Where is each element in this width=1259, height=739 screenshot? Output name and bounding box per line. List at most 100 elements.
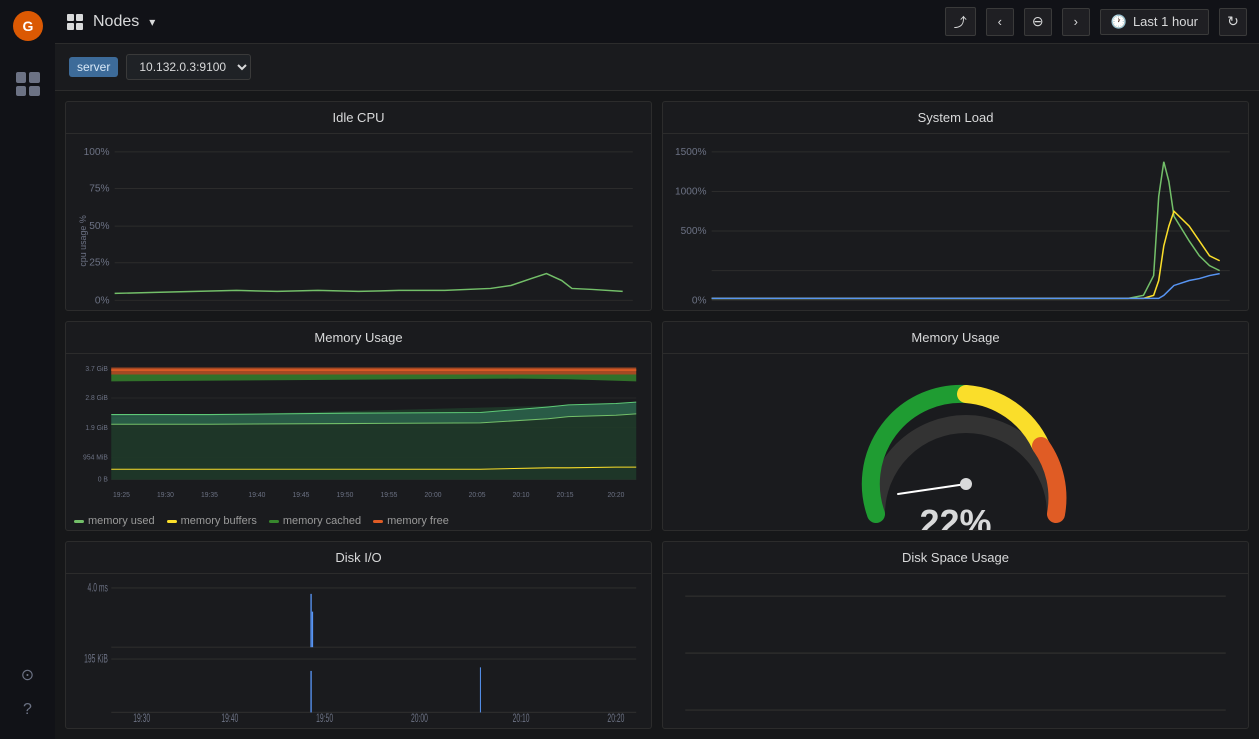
system-load-chart: 1500% 1000% 500% 0% 19:30 19:40 19:50 20… — [671, 142, 1240, 311]
disk-space-svg — [671, 582, 1240, 724]
svg-text:19:50: 19:50 — [336, 492, 353, 499]
memory-chart-svg: 3.7 GiB 2.8 GiB 1.9 GiB 954 MiB 0 B 19:2… — [74, 362, 643, 507]
legend-mem-free-label: memory free — [387, 515, 449, 527]
svg-text:20:20: 20:20 — [607, 712, 624, 724]
svg-text:50%: 50% — [89, 221, 109, 232]
memory-gauge-body: 22% — [663, 354, 1248, 531]
memory-chart-legend: memory used memory buffers memory cached… — [66, 511, 651, 531]
time-range-button[interactable]: 🕐 Last 1 hour — [1100, 9, 1209, 35]
zoom-out-icon: ⊖ — [1032, 13, 1044, 30]
gauge-value: 22% — [919, 502, 991, 531]
svg-text:19:30: 19:30 — [133, 712, 150, 724]
system-load-panel: System Load 1500% 1000% 500% 0% 19:30 — [662, 101, 1249, 311]
server-select[interactable]: 10.132.0.3:9100 — [126, 54, 251, 80]
grid-nav-icon[interactable] — [16, 72, 40, 96]
refresh-button[interactable]: ↻ — [1219, 8, 1247, 36]
memory-gauge-title: Memory Usage — [663, 322, 1248, 354]
dashboard: Idle CPU 100% 75% 50% 25% 0% 19:30 — [55, 91, 1259, 739]
legend-mem-used: memory used — [74, 515, 155, 527]
svg-text:0%: 0% — [692, 295, 707, 306]
svg-text:0 B: 0 B — [98, 476, 109, 483]
legend-mem-buffers-dot — [167, 520, 177, 523]
svg-text:954 MiB: 954 MiB — [83, 454, 108, 461]
disk-space-content — [671, 582, 1240, 724]
prev-button[interactable]: ‹ — [986, 8, 1014, 36]
svg-text:195 KiB: 195 KiB — [84, 653, 108, 667]
share-icon: ⤴ — [954, 12, 967, 31]
title-caret[interactable]: ▾ — [149, 15, 155, 29]
memory-gauge-panel: Memory Usage — [662, 321, 1249, 531]
legend-mem-buffers-label: memory buffers — [181, 515, 257, 527]
disk-io-title: Disk I/O — [66, 542, 651, 574]
page-title: Nodes — [93, 13, 139, 31]
idle-cpu-panel: Idle CPU 100% 75% 50% 25% 0% 19:30 — [65, 101, 652, 311]
svg-text:100%: 100% — [84, 147, 110, 158]
memory-chart-body: 3.7 GiB 2.8 GiB 1.9 GiB 954 MiB 0 B 19:2… — [66, 354, 651, 511]
server-tag: server — [69, 57, 118, 77]
svg-text:500%: 500% — [681, 226, 707, 237]
legend-mem-cached-label: memory cached — [283, 515, 361, 527]
share-button[interactable]: ⤴ — [945, 7, 976, 36]
svg-text:20:20: 20:20 — [607, 492, 624, 499]
svg-text:19:25: 19:25 — [113, 492, 130, 499]
svg-text:19:50: 19:50 — [316, 712, 333, 724]
idle-cpu-body: 100% 75% 50% 25% 0% 19:30 19:40 19:50 20… — [66, 134, 651, 311]
svg-text:19:35: 19:35 — [201, 492, 218, 499]
legend-mem-used-label: memory used — [88, 515, 155, 527]
svg-text:19:55: 19:55 — [381, 492, 398, 499]
sidebar: G ⊙ ? — [0, 0, 55, 739]
svg-text:19:40: 19:40 — [221, 712, 238, 724]
main-content: Nodes ▾ ⤴ ‹ ⊖ › 🕐 Last 1 hour ↻ server 1… — [55, 0, 1259, 739]
svg-text:19:45: 19:45 — [292, 492, 309, 499]
refresh-icon: ↻ — [1227, 13, 1239, 30]
legend-mem-buffers: memory buffers — [167, 515, 257, 527]
topbar: Nodes ▾ ⤴ ‹ ⊖ › 🕐 Last 1 hour ↻ — [55, 0, 1259, 44]
svg-text:20:00: 20:00 — [425, 492, 442, 499]
svg-text:4.0 ms: 4.0 ms — [88, 582, 108, 595]
svg-text:1000%: 1000% — [675, 187, 707, 198]
memory-usage-chart-panel: Memory Usage 3.7 GiB 2.8 GiB 1.9 GiB 954… — [65, 321, 652, 531]
svg-text:0%: 0% — [95, 295, 110, 306]
grafana-logo[interactable]: G — [12, 10, 44, 42]
disk-space-title: Disk Space Usage — [663, 542, 1248, 574]
legend-mem-cached-dot — [269, 520, 279, 523]
svg-text:19:30: 19:30 — [157, 492, 174, 499]
svg-text:20:10: 20:10 — [513, 712, 530, 724]
svg-text:G: G — [22, 18, 33, 34]
disk-space-body — [663, 574, 1248, 728]
svg-text:25%: 25% — [89, 258, 109, 269]
disk-io-body: 4.0 ms 195 KiB 19:30 19:40 19:50 20:00 2… — [66, 574, 651, 728]
svg-text:3.7 GiB: 3.7 GiB — [85, 366, 108, 373]
svg-text:cpu usage %: cpu usage % — [78, 215, 88, 266]
clock-icon: 🕐 — [1111, 14, 1127, 30]
svg-text:20:15: 20:15 — [557, 492, 574, 499]
sidebar-bottom: ⊙ ? — [21, 665, 34, 729]
disk-space-panel: Disk Space Usage — [662, 541, 1249, 729]
memory-usage-chart-title: Memory Usage — [66, 322, 651, 354]
idle-cpu-title: Idle CPU — [66, 102, 651, 134]
svg-text:1500%: 1500% — [675, 147, 707, 158]
svg-text:20:05: 20:05 — [469, 492, 486, 499]
svg-text:2.8 GiB: 2.8 GiB — [85, 395, 108, 402]
svg-text:20:10: 20:10 — [513, 492, 530, 499]
zoom-out-button[interactable]: ⊖ — [1024, 8, 1052, 36]
legend-mem-cached: memory cached — [269, 515, 361, 527]
idle-cpu-chart: 100% 75% 50% 25% 0% 19:30 19:40 19:50 20… — [74, 142, 643, 311]
legend-mem-free: memory free — [373, 515, 449, 527]
next-button[interactable]: › — [1062, 8, 1090, 36]
system-load-title: System Load — [663, 102, 1248, 134]
disk-io-svg: 4.0 ms 195 KiB 19:30 19:40 19:50 20:00 2… — [74, 582, 643, 724]
legend-mem-free-dot — [373, 520, 383, 523]
system-load-body: 1500% 1000% 500% 0% 19:30 19:40 19:50 20… — [663, 134, 1248, 311]
filterbar: server 10.132.0.3:9100 — [55, 44, 1259, 91]
gauge-container: 22% — [856, 374, 1056, 531]
disk-io-panel: Disk I/O 4.0 ms 195 KiB 19:30 19:40 — [65, 541, 652, 729]
help-icon[interactable]: ? — [23, 701, 32, 719]
svg-text:19:40: 19:40 — [248, 492, 265, 499]
time-range-label: Last 1 hour — [1133, 14, 1198, 29]
svg-text:20:00: 20:00 — [411, 712, 428, 724]
svg-text:1.9 GiB: 1.9 GiB — [85, 425, 108, 432]
user-icon[interactable]: ⊙ — [21, 665, 34, 685]
svg-text:75%: 75% — [89, 184, 109, 195]
legend-mem-used-dot — [74, 520, 84, 523]
